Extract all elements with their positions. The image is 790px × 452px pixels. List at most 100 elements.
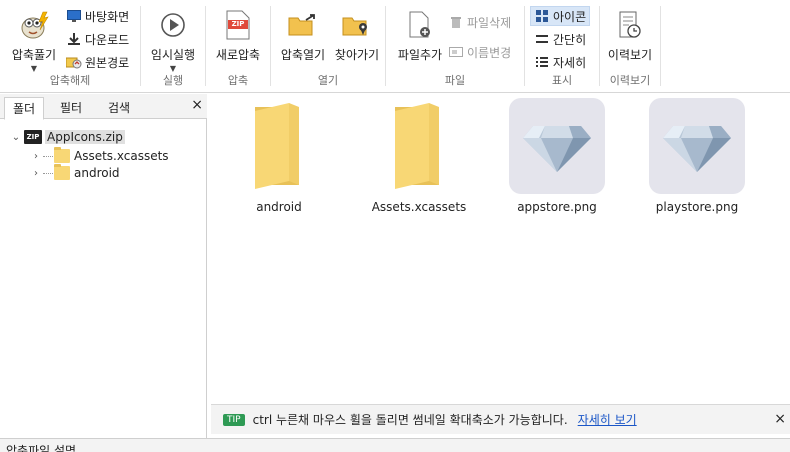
panel-tabs: 폴더 필터 검색 × [0,94,207,120]
tab-folder[interactable]: 폴더 [4,97,45,120]
file-item-appstore[interactable]: appstore.png [502,98,612,214]
extract-source-path-button[interactable]: 원본경로 [66,52,129,72]
tree-item-android[interactable]: › android [30,164,120,182]
rename-label: 이름변경 [467,45,512,60]
extract-button[interactable]: 압축풀기 ▼ [6,4,62,73]
extract-label: 압축풀기 [11,48,57,62]
zip-file-icon: ZIP [221,8,255,42]
file-item-label: Assets.xcassets [371,200,467,214]
chevron-right-icon[interactable]: › [30,168,42,179]
new-compress-button[interactable]: ZIP 새로압축 [210,4,266,63]
new-compress-label: 새로압축 [215,48,261,62]
tip-bar: TIP ctrl 누른채 마우스 휠을 돌리면 썸네일 확대축소가 가능합니다.… [211,404,790,434]
history-group: 이력보기 이력보기 [600,0,660,93]
delete-file-label: 파일삭제 [467,15,512,30]
run-group: 임시실행 ▼ 실행 [141,0,205,93]
extract-desktop-label: 바탕화면 [85,9,130,24]
delete-file-button[interactable]: 파일삭제 [448,12,511,32]
view-icons-button[interactable]: 아이콘 [530,6,591,26]
extract-downloads-button[interactable]: 다운로드 [66,29,129,49]
history-label: 이력보기 [607,48,653,62]
open-group: 압축열기 찾아가기 열기 [271,0,385,93]
extract-source-path-label: 원본경로 [85,55,130,70]
diamond-icon [509,98,605,194]
locate-label: 찾아가기 [334,48,380,62]
compress-group-label: 압축 [227,74,249,87]
view-group: 아이콘 간단히 자세히 표시 [525,0,599,93]
extract-group-label: 압축해제 [49,74,91,87]
file-view: android Assets.xcassets appstore.png pla… [211,94,790,404]
tree-item-label: Assets.xcassets [74,149,169,163]
rename-button[interactable]: 이름변경 [448,42,511,62]
details-icon [534,54,550,70]
zip-archive-icon: ZIP [24,130,42,144]
tree-root-label: AppIcons.zip [45,130,125,144]
folder-icon [54,164,70,180]
thumbnail [509,98,605,194]
folder-icon [231,98,327,194]
tree-item-label: android [74,166,120,180]
extract-icon [17,8,51,42]
history-icon [613,8,647,42]
open-group-label: 열기 [317,74,339,87]
view-group-label: 표시 [551,74,573,87]
desktop-icon [66,8,82,24]
folder-icon [371,98,467,194]
archive-description-label: 압축파일 설명 [6,444,77,452]
source-path-icon [66,54,82,70]
locate-button[interactable]: 찾아가기 [329,4,385,63]
ribbon: 압축풀기 ▼ 바탕화면 다운로드 원본경로 압축해제 임시실행 ▼ 실행 ZIP… [0,0,790,93]
tab-filter[interactable]: 필터 [52,97,90,119]
tree-item-assets[interactable]: › Assets.xcassets [30,147,169,165]
locate-folder-icon [340,8,374,42]
tip-more-link[interactable]: 자세히 보기 [578,411,637,428]
add-file-button[interactable]: 파일추가 [390,4,450,63]
grid-icon [534,8,550,24]
zip-badge-text: ZIP [231,20,245,28]
temp-run-button[interactable]: 임시실행 ▼ [145,4,201,73]
tab-search[interactable]: 검색 [100,97,138,119]
view-details-label: 자세히 [553,55,587,70]
file-group: 파일추가 파일삭제 이름변경 파일 [386,0,524,93]
play-icon [156,8,190,42]
extract-group: 압축풀기 ▼ 바탕화면 다운로드 원본경로 압축해제 [0,0,140,93]
file-item-label: appstore.png [517,200,597,214]
file-group-label: 파일 [444,74,466,87]
download-icon [66,31,82,47]
tip-close-icon[interactable]: × [774,411,786,427]
view-simple-button[interactable]: 간단히 [534,29,586,49]
temp-run-label: 임시실행 [150,48,196,62]
trash-icon [448,14,464,30]
ribbon-separator [660,6,661,86]
extract-downloads-label: 다운로드 [85,32,130,47]
add-file-label: 파일추가 [397,48,443,62]
tree-root[interactable]: ⌄ ZIP AppIcons.zip [10,128,125,146]
compress-group: ZIP 새로압축 압축 [206,0,270,93]
history-group-label: 이력보기 [609,74,651,87]
tree-connector [43,155,53,157]
chevron-right-icon[interactable]: › [30,151,42,162]
panel-close-icon[interactable]: × [191,97,203,113]
open-archive-icon [286,8,320,42]
file-item-playstore[interactable]: playstore.png [642,98,752,214]
add-file-icon [403,8,437,42]
file-item-label: android [256,200,302,214]
open-archive-label: 압축열기 [280,48,326,62]
diamond-icon [649,98,745,194]
list-icon [534,31,550,47]
view-details-button[interactable]: 자세히 [534,52,586,72]
file-item-android[interactable]: android [224,98,334,214]
folder-panel: 폴더 필터 검색 × ⌄ ZIP AppIcons.zip › Assets.x… [0,94,207,438]
tip-text: ctrl 누른채 마우스 휠을 돌리면 썸네일 확대축소가 가능합니다. [252,413,568,427]
history-button[interactable]: 이력보기 [602,4,658,63]
thumbnail [649,98,745,194]
rename-icon [448,44,464,60]
chevron-down-icon[interactable]: ⌄ [10,132,22,143]
tree-connector [43,172,53,174]
file-item-assets[interactable]: Assets.xcassets [364,98,474,214]
archive-description-panel: 압축파일 설명 [0,438,790,452]
open-archive-button[interactable]: 압축열기 [275,4,331,63]
view-simple-label: 간단히 [553,32,587,47]
extract-desktop-button[interactable]: 바탕화면 [66,6,129,26]
tip-badge: TIP [223,413,245,426]
